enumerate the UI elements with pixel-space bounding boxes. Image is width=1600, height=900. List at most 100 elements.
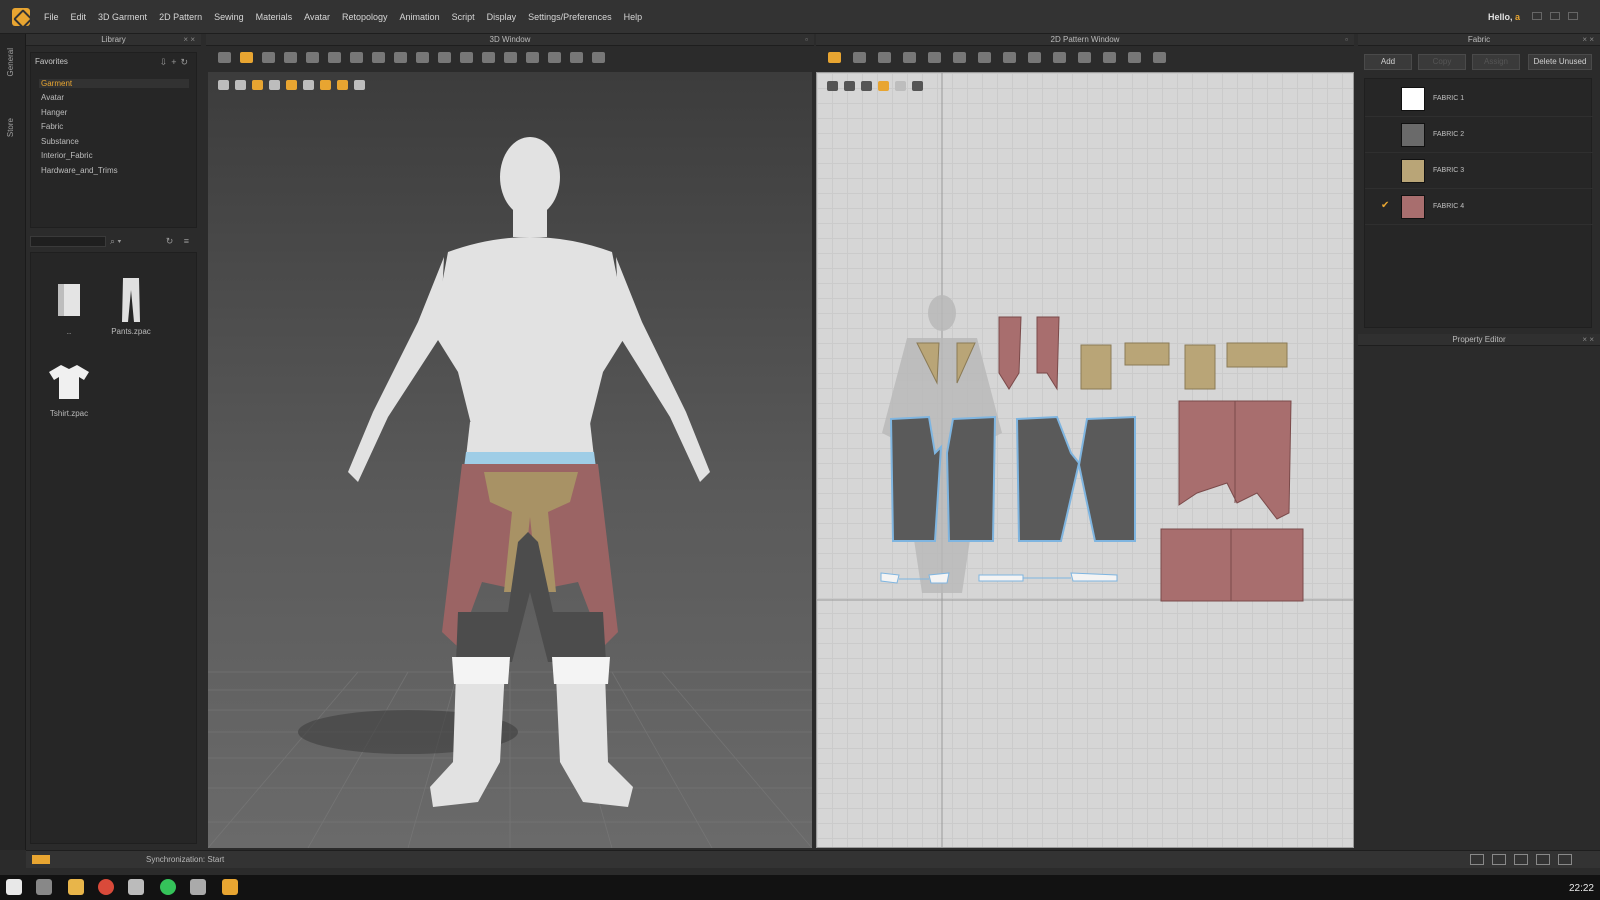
menu-3d-garment[interactable]: 3D Garment [98, 12, 147, 22]
transform-tool-icon[interactable] [306, 51, 319, 63]
fabric-row-1[interactable]: FABRIC 1 [1365, 81, 1593, 117]
menu-materials[interactable]: Materials [256, 12, 293, 22]
segment-tool-icon[interactable] [372, 51, 385, 63]
file-explorer-icon[interactable] [68, 879, 84, 895]
layout-split-icon[interactable] [1492, 854, 1506, 865]
select-tool-icon[interactable] [218, 51, 231, 63]
pleat-tool-icon[interactable] [1028, 51, 1041, 63]
zipper-tool-icon[interactable] [504, 51, 517, 63]
menu-display[interactable]: Display [487, 12, 517, 22]
add-fabric-button[interactable]: Add [1364, 54, 1412, 70]
file-item-up[interactable]: .. [39, 273, 99, 336]
menu-avatar[interactable]: Avatar [304, 12, 330, 22]
app-logo[interactable] [12, 7, 30, 26]
tree-item-avatar[interactable]: Avatar [41, 93, 64, 102]
layout-single-icon[interactable] [1470, 854, 1484, 865]
grading-tool-icon[interactable] [978, 51, 991, 63]
menu-help[interactable]: Help [624, 12, 643, 22]
view-garment-icon[interactable] [218, 80, 229, 90]
3d-viewport[interactable] [208, 72, 812, 848]
gizmo-tool-icon[interactable] [350, 51, 363, 63]
layout-triple-icon[interactable] [1514, 854, 1528, 865]
fabric-close-icon[interactable]: × × [1582, 34, 1594, 46]
view-avatar-icon[interactable] [269, 80, 280, 90]
tree-item-garment[interactable]: Garment [39, 79, 189, 88]
box-tool-icon[interactable] [262, 51, 275, 63]
favorites-tools-icon[interactable]: ⇩+↻ [160, 57, 192, 68]
property-editor-close-icon[interactable]: × × [1582, 334, 1594, 346]
menu-settings-preferences[interactable]: Settings/Preferences [528, 12, 612, 22]
windows-start-icon[interactable] [6, 879, 22, 895]
move-tool-icon[interactable] [240, 51, 253, 63]
fabric-row-3[interactable]: FABRIC 3 [1365, 153, 1593, 189]
button-tool-icon[interactable] [482, 51, 495, 63]
library-search-input[interactable] [30, 236, 106, 247]
menu-sewing[interactable]: Sewing [214, 12, 244, 22]
layout-quad-icon[interactable] [1536, 854, 1550, 865]
menu-retopology[interactable]: Retopology [342, 12, 388, 22]
assign-fabric-button[interactable]: Assign [1472, 54, 1520, 70]
segment-sewing-tool-icon[interactable] [1053, 51, 1066, 63]
fold-tool-icon[interactable] [328, 51, 341, 63]
minimize-window-icon[interactable] [1532, 12, 1542, 20]
garment-tool-icon[interactable] [1153, 51, 1166, 63]
pin-tool-icon[interactable] [284, 51, 297, 63]
tree-item-hanger[interactable]: Hanger [41, 108, 67, 117]
symmetric-tool-icon[interactable] [1128, 51, 1141, 63]
view-light-icon[interactable] [337, 80, 348, 90]
free-sewing-tool-icon[interactable] [1078, 51, 1091, 63]
file-item-tshirt[interactable]: Tshirt.zpac [39, 355, 99, 418]
layout-reset-icon[interactable] [1558, 854, 1572, 865]
trim-tool-icon[interactable] [548, 51, 561, 63]
fabric-row-2[interactable]: FABRIC 2 [1365, 117, 1593, 153]
view-texture-icon[interactable] [286, 80, 297, 90]
tab-store[interactable]: Store [6, 118, 15, 137]
tree-item-substance[interactable]: Substance [41, 137, 79, 146]
fabric-row-4[interactable]: ✔ FABRIC 4 [1365, 189, 1593, 225]
menu-animation[interactable]: Animation [400, 12, 440, 22]
menu-file[interactable]: File [44, 12, 59, 22]
view-render-icon[interactable] [252, 80, 263, 90]
pattern-select-icon[interactable] [844, 81, 855, 91]
edit-pattern-tool-icon[interactable] [828, 51, 841, 63]
pattern-zoom-icon[interactable] [861, 81, 872, 91]
pattern-grid-icon[interactable] [895, 81, 906, 91]
grid-tool-icon[interactable] [416, 51, 429, 63]
tree-item-fabric[interactable]: Fabric [41, 122, 63, 131]
view-export-icon[interactable] [354, 80, 365, 90]
ellipse-tool-icon[interactable] [878, 51, 891, 63]
3d-window-float-icon[interactable]: ▫ [805, 34, 808, 46]
user-greeting[interactable]: Hello, a [1488, 12, 1520, 22]
camera-icon[interactable] [128, 879, 144, 895]
task-view-icon[interactable] [36, 879, 52, 895]
rectangle-tool-icon[interactable] [903, 51, 916, 63]
pattern-view-icon[interactable] [827, 81, 838, 91]
library-close-icon[interactable]: × × [183, 34, 195, 46]
close-window-icon[interactable] [1568, 12, 1578, 20]
2d-window-float-icon[interactable]: ▫ [1345, 34, 1348, 46]
curve-tool-icon[interactable] [438, 51, 451, 63]
view-skin-icon[interactable] [320, 80, 331, 90]
fold-arrange-tool-icon[interactable] [1103, 51, 1116, 63]
style-line-tool-icon[interactable] [394, 51, 407, 63]
dart-tool-icon[interactable] [1003, 51, 1016, 63]
polygon-tool-icon[interactable] [928, 51, 941, 63]
file-item-pants[interactable]: Pants.zpac [101, 273, 161, 336]
tree-item-hardware-and-trims[interactable]: Hardware_and_Trims [41, 166, 118, 175]
maximize-window-icon[interactable] [1550, 12, 1560, 20]
clo-app-icon[interactable] [222, 879, 238, 895]
menu-edit[interactable]: Edit [71, 12, 87, 22]
photos-icon[interactable] [190, 879, 206, 895]
tree-item-interior-fabric[interactable]: Interior_Fabric [41, 151, 93, 160]
transform-pattern-tool-icon[interactable] [853, 51, 866, 63]
whatsapp-icon[interactable] [160, 879, 176, 895]
menu-2d-pattern[interactable]: 2D Pattern [159, 12, 202, 22]
pattern-export-icon[interactable] [912, 81, 923, 91]
view-mesh-icon[interactable] [303, 80, 314, 90]
tape-tool-icon[interactable] [460, 51, 473, 63]
avatar-pose-tool-icon[interactable] [592, 51, 605, 63]
copy-fabric-button[interactable]: Copy [1418, 54, 1466, 70]
internal-line-tool-icon[interactable] [953, 51, 966, 63]
line-tool-icon[interactable] [570, 51, 583, 63]
view-shirt-icon[interactable] [235, 80, 246, 90]
